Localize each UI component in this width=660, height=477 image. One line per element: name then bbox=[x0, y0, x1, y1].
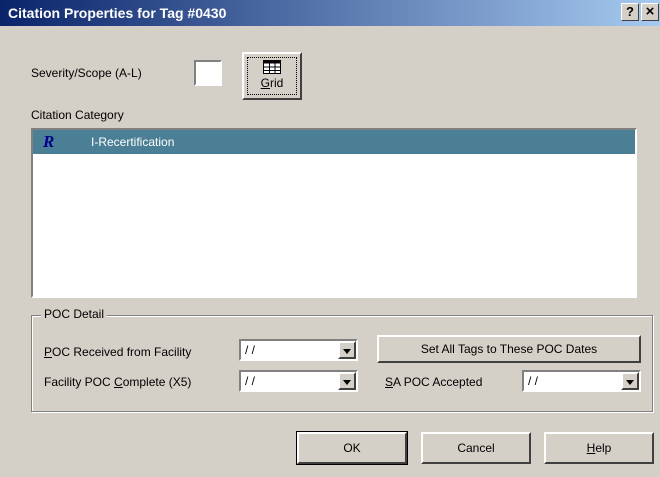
title-bar[interactable]: Citation Properties for Tag #0430 ? × bbox=[0, 0, 660, 26]
recertification-icon: R bbox=[43, 132, 55, 151]
grid-button[interactable]: Grid bbox=[242, 52, 302, 100]
cancel-button[interactable]: Cancel bbox=[421, 432, 531, 464]
list-item-label: I-Recertification bbox=[91, 135, 175, 149]
poc-detail-group bbox=[31, 315, 653, 412]
poc-complete-label: Facility POC Complete (X5) bbox=[44, 375, 192, 389]
list-item[interactable]: R I-Recertification bbox=[33, 130, 635, 154]
chevron-down-icon[interactable] bbox=[621, 372, 639, 390]
chevron-down-icon[interactable] bbox=[338, 341, 356, 359]
poc-complete-dropdown[interactable]: / / bbox=[239, 370, 358, 392]
close-button[interactable]: × bbox=[641, 3, 659, 21]
ok-button[interactable]: OK bbox=[296, 431, 408, 465]
citation-category-label: Citation Category bbox=[31, 108, 124, 122]
poc-detail-title: POC Detail bbox=[41, 307, 108, 321]
citation-category-list[interactable]: R I-Recertification bbox=[31, 128, 637, 298]
set-all-tags-button[interactable]: Set All Tags to These POC Dates bbox=[377, 335, 641, 363]
poc-received-label: POC Received from Facility bbox=[44, 345, 192, 359]
poc-received-dropdown[interactable]: / / bbox=[239, 339, 358, 361]
help-title-button[interactable]: ? bbox=[621, 3, 639, 21]
citation-properties-dialog: Citation Properties for Tag #0430 ? × Se… bbox=[0, 0, 660, 477]
sa-poc-accepted-value: / / bbox=[528, 374, 539, 388]
sa-poc-accepted-label: SA POC Accepted bbox=[385, 375, 483, 389]
chevron-down-icon[interactable] bbox=[338, 372, 356, 390]
severity-input[interactable] bbox=[194, 60, 222, 86]
help-button[interactable]: Help bbox=[544, 432, 654, 464]
grid-button-focus-rect bbox=[247, 57, 297, 95]
severity-label: Severity/Scope (A-L) bbox=[31, 66, 142, 80]
poc-received-value: / / bbox=[245, 343, 256, 357]
sa-poc-accepted-dropdown[interactable]: / / bbox=[522, 370, 641, 392]
poc-complete-value: / / bbox=[245, 374, 256, 388]
window-title: Citation Properties for Tag #0430 bbox=[8, 5, 227, 21]
